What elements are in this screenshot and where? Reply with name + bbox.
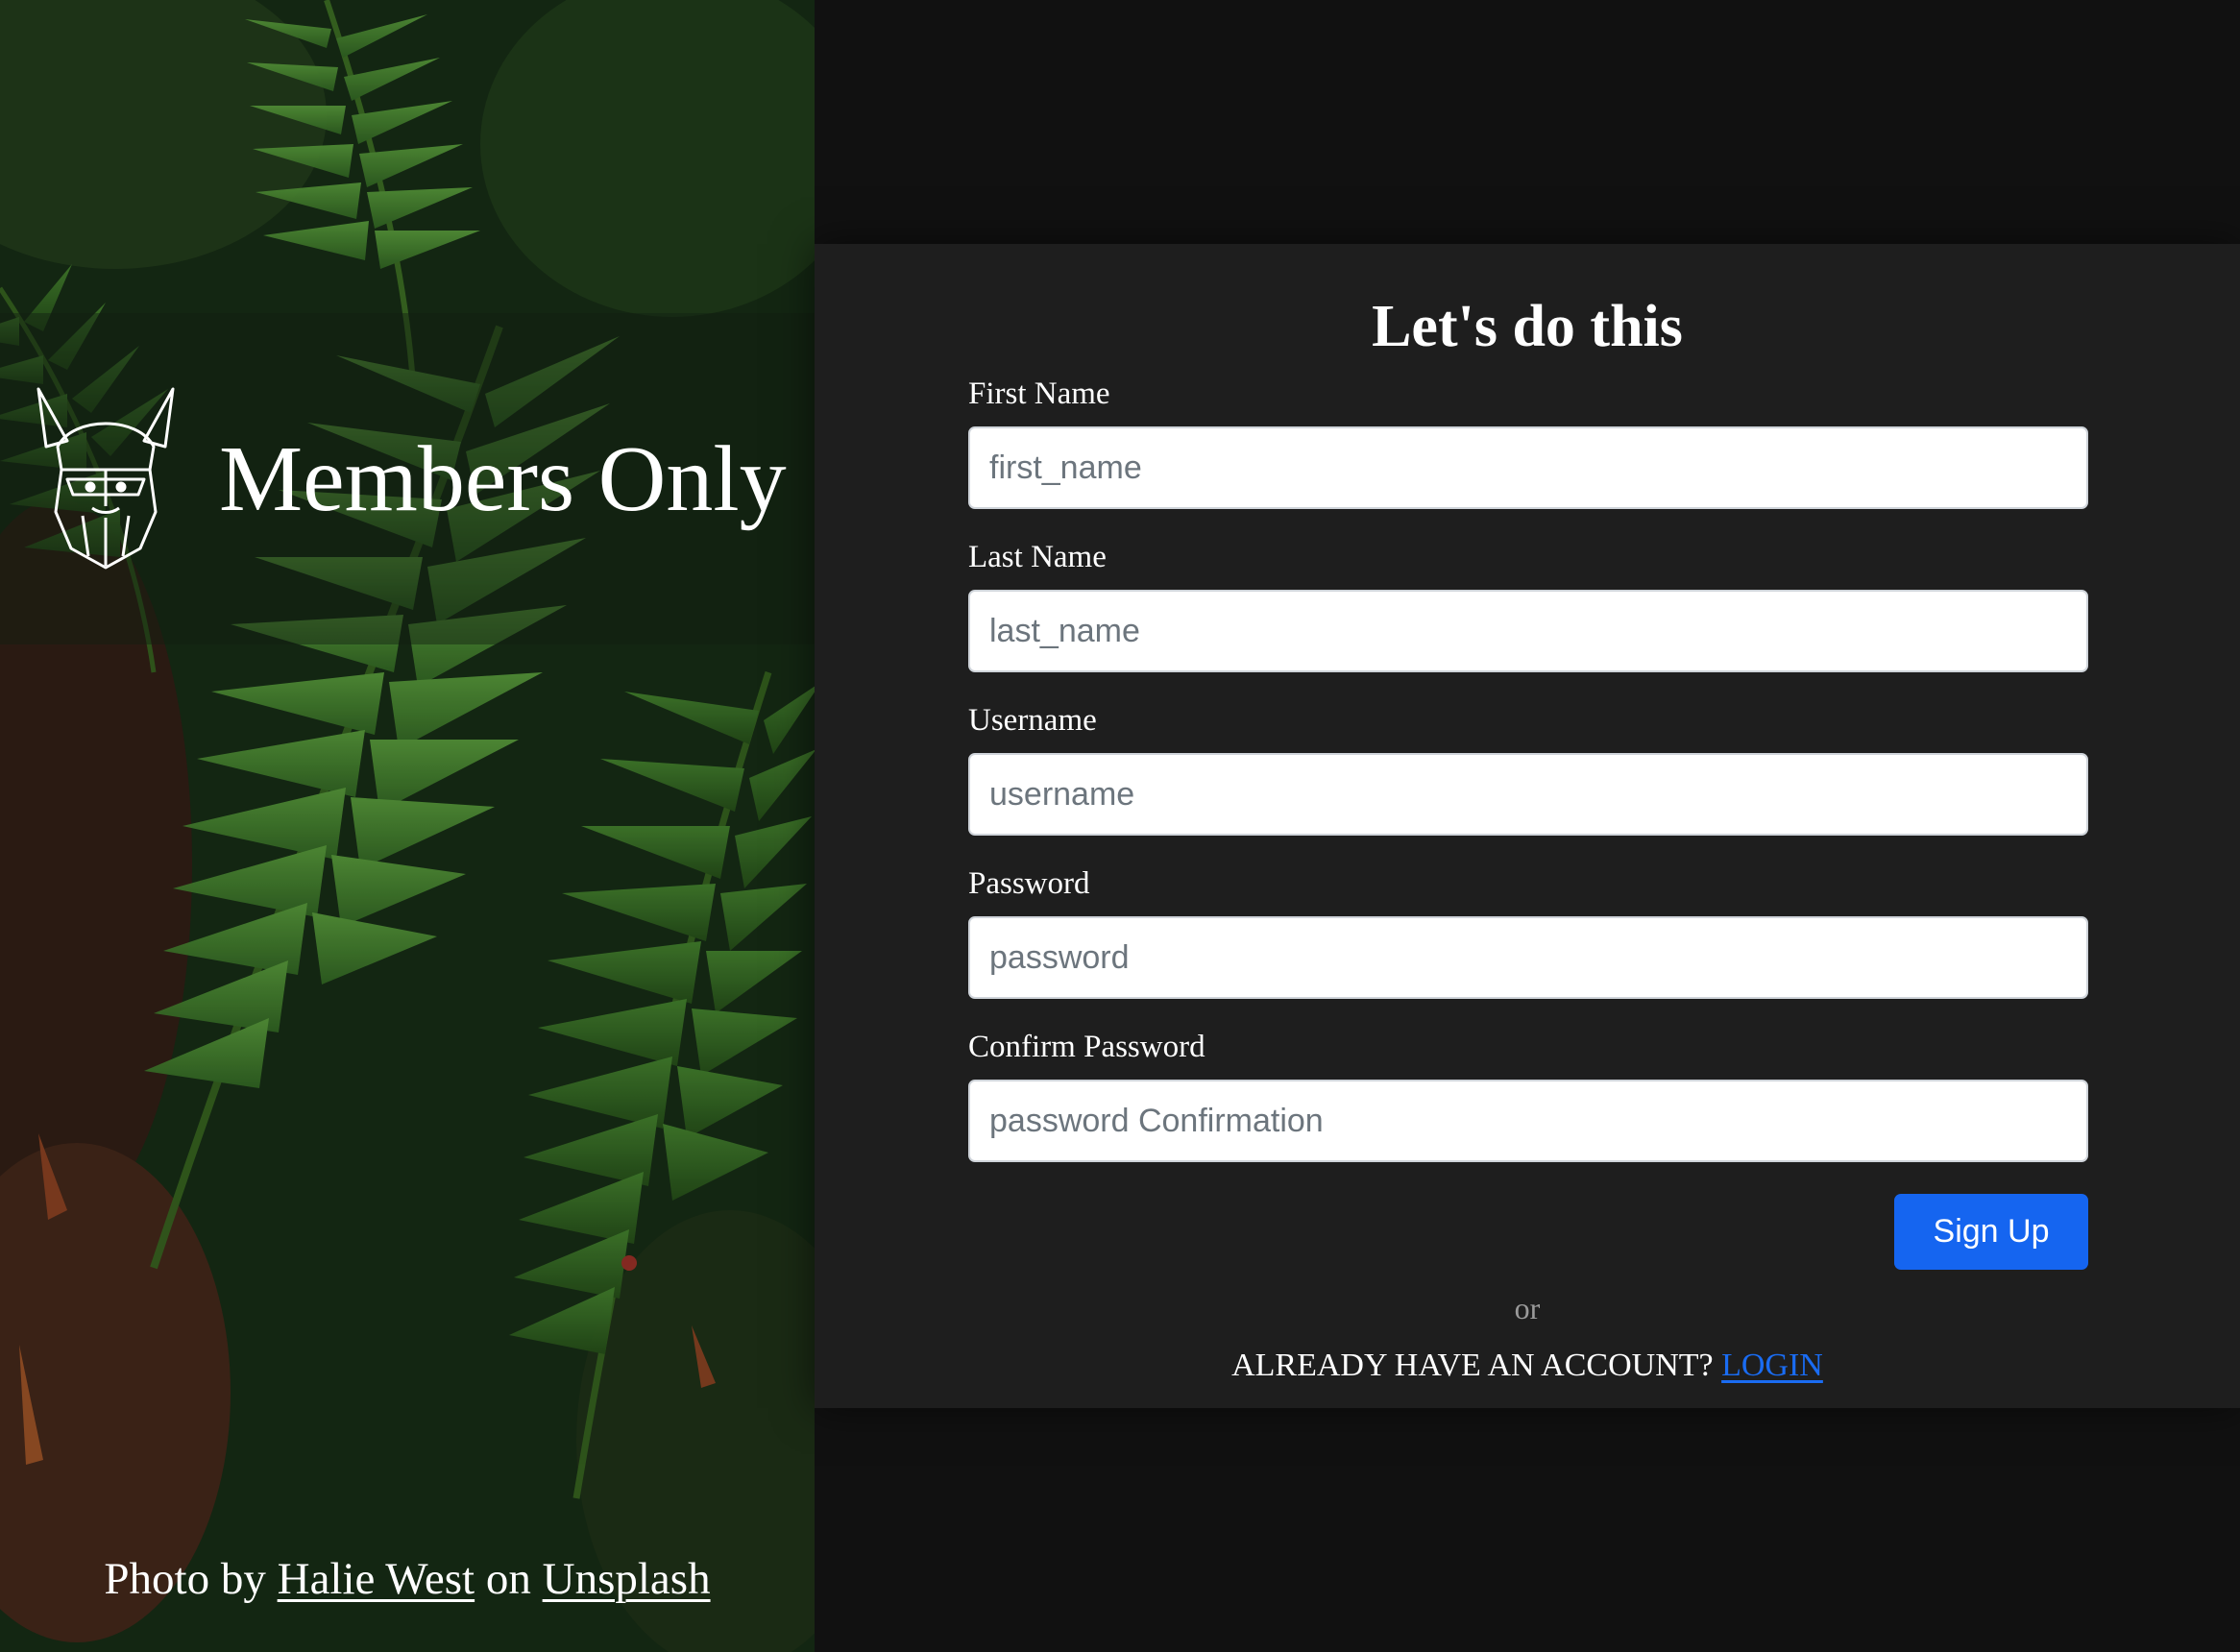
first-name-label: First Name [968,377,1110,411]
photographer-link[interactable]: Halie West [278,1554,475,1604]
username-input[interactable] [968,753,2088,836]
password-input[interactable] [968,916,2088,999]
fern-background-photo [0,0,815,1652]
login-prompt: ALREADY HAVE AN ACCOUNT? LOGIN [815,1345,2240,1387]
signup-card: Let's do this First Name Last Name Usern… [815,244,2240,1408]
photo-credit: Photo by Halie West on Unsplash [0,1550,815,1608]
confirm-password-label: Confirm Password [968,1030,1205,1064]
viking-helmet-icon [37,387,175,570]
password-label: Password [968,866,1090,901]
username-label: Username [968,703,1097,738]
last-name-label: Last Name [968,540,1107,574]
signup-page: Members Only Photo by Halie West on Unsp… [0,0,2240,1652]
photo-panel: Members Only Photo by Halie West on Unsp… [0,0,815,1652]
login-link[interactable]: LOGIN [1721,1348,1823,1383]
credit-middle: on [475,1554,543,1604]
confirm-password-input[interactable] [968,1080,2088,1162]
form-heading: Let's do this [1372,294,1683,359]
unsplash-link[interactable]: Unsplash [543,1554,711,1604]
credit-prefix: Photo by [104,1554,278,1604]
first-name-input[interactable] [968,426,2088,509]
last-name-input[interactable] [968,590,2088,672]
account-prompt-text: ALREADY HAVE AN ACCOUNT? [1231,1348,1722,1383]
brand-title: Members Only [219,427,787,531]
or-divider: or [1514,1291,1541,1325]
sign-up-button[interactable]: Sign Up [1894,1194,2088,1270]
